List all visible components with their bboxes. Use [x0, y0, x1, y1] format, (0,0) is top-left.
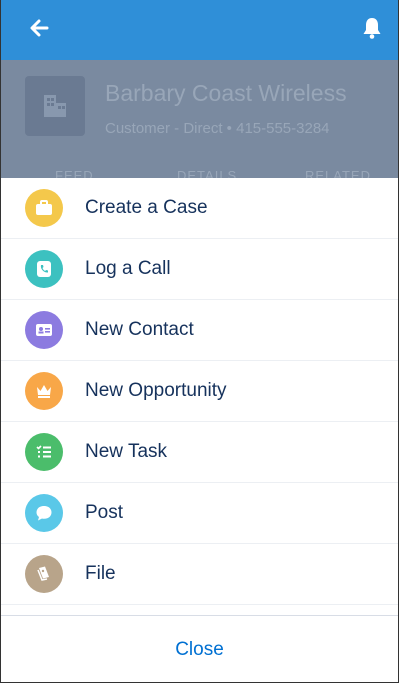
record-subtitle: Customer - Direct • 415-555-3284 — [105, 120, 330, 137]
action-label: Post — [85, 502, 124, 523]
action-list: Create a Case Log a Call New Contact New… — [1, 178, 398, 605]
phone-icon — [25, 250, 63, 288]
top-nav-bar — [1, 0, 398, 60]
action-label: New Opportunity — [85, 380, 227, 401]
close-button[interactable]: Close — [175, 639, 224, 661]
action-file[interactable]: File — [1, 544, 398, 605]
file-icon — [25, 555, 63, 593]
record-header: Barbary Coast Wireless Customer - Direct… — [1, 60, 398, 180]
action-new-contact[interactable]: New Contact — [1, 300, 398, 361]
close-row: Close — [1, 615, 398, 682]
chat-bubble-icon — [25, 494, 63, 532]
briefcase-icon — [25, 189, 63, 227]
action-log-call[interactable]: Log a Call — [1, 239, 398, 300]
action-label: New Task — [85, 441, 168, 462]
action-create-case[interactable]: Create a Case — [1, 178, 398, 239]
action-new-task[interactable]: New Task — [1, 422, 398, 483]
action-label: Log a Call — [85, 258, 171, 279]
crown-icon — [25, 372, 63, 410]
action-sheet: Create a Case Log a Call New Contact New… — [1, 178, 398, 682]
action-label: New Contact — [85, 319, 194, 340]
bell-icon[interactable] — [360, 16, 384, 45]
back-arrow-icon[interactable] — [27, 16, 51, 45]
task-list-icon — [25, 433, 63, 471]
contact-card-icon — [25, 311, 63, 349]
action-new-opportunity[interactable]: New Opportunity — [1, 361, 398, 422]
app-frame: Barbary Coast Wireless Customer - Direct… — [0, 0, 399, 683]
record-name: Barbary Coast Wireless — [105, 80, 347, 106]
action-label: Create a Case — [85, 197, 208, 218]
action-post[interactable]: Post — [1, 483, 398, 544]
account-building-icon — [25, 76, 85, 136]
action-label: File — [85, 563, 116, 584]
